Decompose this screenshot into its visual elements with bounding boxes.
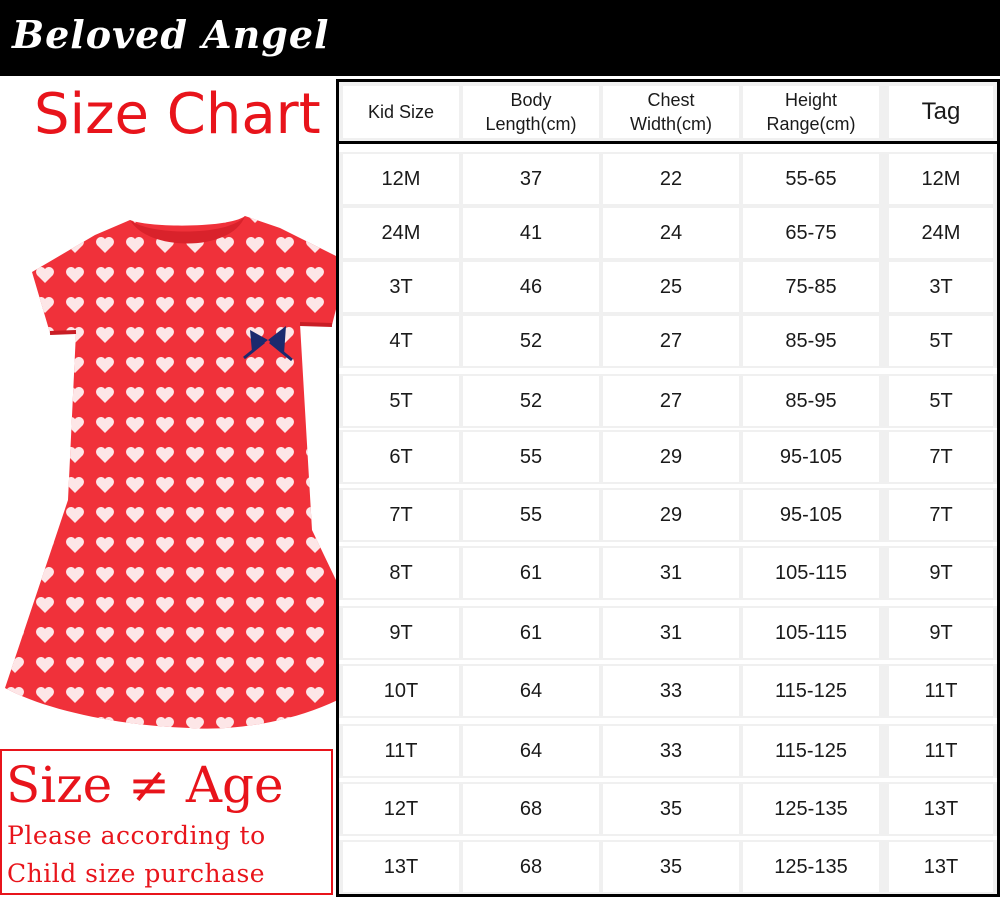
cell-height-range: 125-135 [743,842,879,892]
cell-kid-size: 9T [343,608,459,658]
cell-height-range: 95-105 [743,432,879,482]
cell-body-length: 64 [463,726,599,776]
cell-chest-width: 27 [603,316,739,366]
cell-chest-width: 31 [603,548,739,598]
cell-body-length: 68 [463,842,599,892]
cell-kid-size: 13T [343,842,459,892]
cell-body-length: 55 [463,432,599,482]
cell-body-length: 52 [463,376,599,426]
cell-kid-size: 5T [343,376,459,426]
cell-kid-size: 11T [343,726,459,776]
cell-kid-size: 12M [343,154,459,204]
header-chest-width: Chest Width(cm) [603,86,739,138]
cell-tag: 5T [889,376,993,426]
cell-kid-size: 8T [343,548,459,598]
brand-banner: Beloved Angel [0,0,1000,76]
cell-body-length: 61 [463,548,599,598]
cell-chest-width: 33 [603,666,739,716]
cell-chest-width: 35 [603,842,739,892]
cell-tag: 7T [889,490,993,540]
cell-tag: 13T [889,784,993,834]
note-line-1: Please according to [7,821,266,850]
header-body-length: Body Length(cm) [463,86,599,138]
cell-chest-width: 31 [603,608,739,658]
cell-height-range: 105-115 [743,608,879,658]
cell-chest-width: 35 [603,784,739,834]
cell-kid-size: 24M [343,208,459,258]
header-height-range: Height Range(cm) [743,86,879,138]
cell-height-range: 115-125 [743,726,879,776]
cell-kid-size: 7T [343,490,459,540]
cell-tag: 5T [889,316,993,366]
brand-logo: Beloved Angel [12,12,330,57]
size-chart-table: Kid Size Body Length(cm) Chest Width(cm) Heig… [336,79,1000,897]
cell-body-length: 55 [463,490,599,540]
cell-height-range: 95-105 [743,490,879,540]
cell-body-length: 68 [463,784,599,834]
page-title: Size Chart [34,82,321,147]
cell-body-length: 64 [463,666,599,716]
cell-height-range: 105-115 [743,548,879,598]
cell-height-range: 55-65 [743,154,879,204]
cell-body-length: 37 [463,154,599,204]
cell-tag: 12M [889,154,993,204]
note-headline: Size ≠ Age [6,756,284,814]
table-header: Kid Size Body Length(cm) Chest Width(cm) Heig… [339,82,997,144]
cell-kid-size: 12T [343,784,459,834]
cell-tag: 11T [889,726,993,776]
cell-chest-width: 25 [603,262,739,312]
cell-tag: 24M [889,208,993,258]
cell-height-range: 75-85 [743,262,879,312]
cell-chest-width: 22 [603,154,739,204]
cell-height-range: 65-75 [743,208,879,258]
cell-kid-size: 10T [343,666,459,716]
cell-body-length: 46 [463,262,599,312]
note-line-2: Child size purchase [7,859,266,888]
cell-body-length: 41 [463,208,599,258]
cell-height-range: 115-125 [743,666,879,716]
cell-tag: 9T [889,548,993,598]
dress-product-image [5,216,380,729]
cell-height-range: 85-95 [743,316,879,366]
cell-tag: 3T [889,262,993,312]
cell-kid-size: 3T [343,262,459,312]
size-age-note: Size ≠ Age Please according to Child siz… [0,749,333,895]
cell-height-range: 85-95 [743,376,879,426]
cell-tag: 9T [889,608,993,658]
cell-chest-width: 29 [603,490,739,540]
cell-chest-width: 27 [603,376,739,426]
cell-tag: 13T [889,842,993,892]
cell-height-range: 125-135 [743,784,879,834]
cell-kid-size: 6T [343,432,459,482]
cell-chest-width: 24 [603,208,739,258]
cell-body-length: 52 [463,316,599,366]
cell-chest-width: 29 [603,432,739,482]
cell-kid-size: 4T [343,316,459,366]
cell-chest-width: 33 [603,726,739,776]
cell-tag: 7T [889,432,993,482]
header-kid-size: Kid Size [343,86,459,138]
cell-body-length: 61 [463,608,599,658]
cell-tag: 11T [889,666,993,716]
header-tag: Tag [889,86,993,138]
